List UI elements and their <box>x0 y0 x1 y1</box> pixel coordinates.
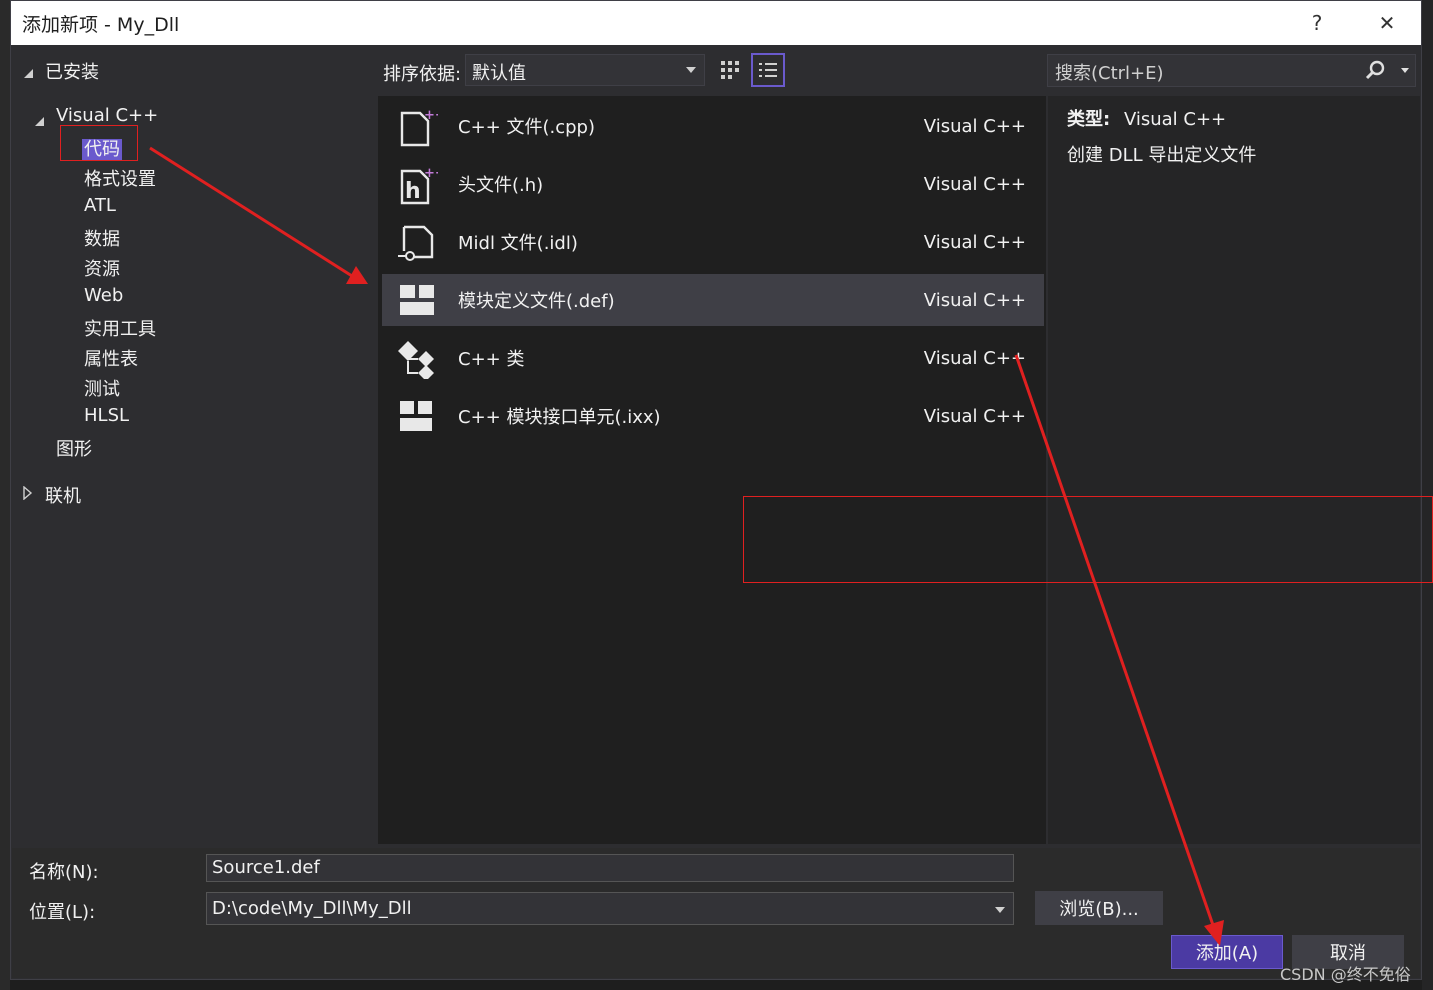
watermark: CSDN @终不免俗 <box>1280 965 1411 984</box>
annotation-arrows <box>149 146 1224 946</box>
